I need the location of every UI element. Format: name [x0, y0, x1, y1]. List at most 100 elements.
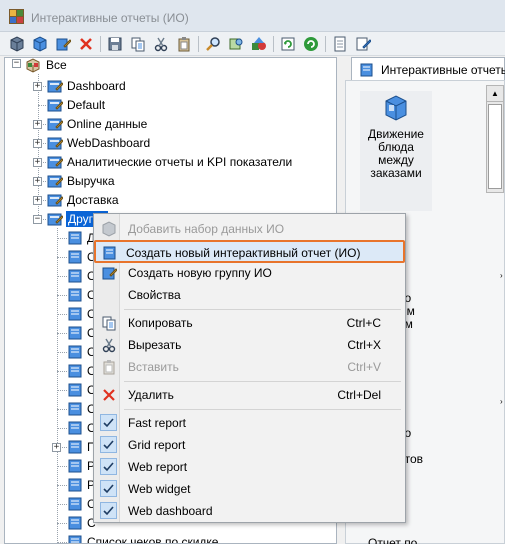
menu-paste[interactable]: Вставить Ctrl+V [96, 356, 403, 377]
tree-item[interactable]: + Выручка [5, 172, 335, 191]
expand-toggle[interactable]: + [33, 139, 42, 148]
toolbar [0, 32, 505, 56]
report-folder-icon [47, 173, 64, 192]
report-new-icon [101, 244, 118, 261]
refresh-icon[interactable] [279, 35, 297, 53]
vertical-scrollbar[interactable]: ▲ [486, 85, 504, 193]
expand-toggle[interactable]: + [33, 82, 42, 91]
report-folder-icon [47, 154, 64, 173]
scroll-up-icon[interactable]: ▲ [487, 86, 503, 102]
menu-item-label: Свойства [128, 288, 181, 302]
collapse-toggle[interactable]: − [33, 215, 42, 224]
menu-add-dataset[interactable]: Добавить набор данных ИО [96, 218, 403, 239]
tree-item[interactable]: + WebDashboard [5, 134, 335, 153]
tree-item-label: Default [67, 98, 106, 112]
expand-toggle[interactable]: + [33, 120, 42, 129]
report-folder-icon [47, 211, 64, 230]
menu-item-label: Вырезать [128, 338, 182, 352]
chevron-right-icon: › [500, 271, 503, 280]
tree-item[interactable]: + Dashboard [5, 77, 335, 96]
copy-icon[interactable] [129, 35, 147, 53]
menu-properties[interactable]: Свойства [96, 284, 403, 305]
delete-icon [100, 386, 117, 403]
box-icon[interactable] [8, 35, 26, 53]
report-icon [67, 401, 83, 420]
tab-label: Интерактивные отчеты [381, 63, 505, 77]
report-icon [67, 249, 83, 268]
report-icon [67, 534, 83, 543]
tree-child-item[interactable]: Список чеков по скидке [5, 533, 335, 543]
report-edit-icon[interactable] [54, 35, 72, 53]
menu-item-label: Создать новый интерактивный отчет (ИО) [126, 246, 361, 260]
menu-web-dashboard[interactable]: Web dashboard [96, 500, 403, 521]
tree-item[interactable]: + Аналитические отчеты и KPI показатели [5, 153, 335, 172]
filter-icon[interactable] [227, 35, 245, 53]
menu-shortcut: Ctrl+V [347, 360, 381, 374]
menu-create-report[interactable]: Создать новый интерактивный отчет (ИО) [94, 240, 405, 263]
menu-copy[interactable]: Копировать Ctrl+C [96, 312, 403, 333]
report-icon [67, 268, 83, 287]
cut-icon [100, 336, 117, 353]
app-grid-icon [9, 9, 24, 24]
box-multicolor-icon [26, 58, 40, 73]
report-icon [67, 420, 83, 439]
window-title: Интерактивные отчеты (ИО) [31, 11, 189, 25]
scroll-thumb[interactable] [488, 104, 502, 189]
tree-item-label: Аналитические отчеты и KPI показатели [67, 155, 293, 169]
tree-root-label[interactable]: Все [46, 58, 67, 72]
title-bar: Интерактивные отчеты (ИО) [0, 0, 505, 32]
report-icon [67, 382, 83, 401]
tree-item[interactable]: + Доставка [5, 191, 335, 210]
menu-cut[interactable]: Вырезать Ctrl+X [96, 334, 403, 355]
report-icon [67, 496, 83, 515]
report-icon [67, 458, 83, 477]
report-folder-icon [47, 135, 64, 154]
report-folder-icon [47, 97, 64, 116]
shapes-icon[interactable] [250, 35, 268, 53]
menu-delete[interactable]: Удалить Ctrl+Del [96, 384, 403, 405]
tree-item[interactable]: Default [5, 96, 335, 115]
tree-item-label: Dashboard [67, 79, 126, 93]
menu-fast-report[interactable]: Fast report [96, 412, 403, 433]
tab-interactive-reports[interactable]: Интерактивные отчеты [351, 57, 505, 80]
paste-icon[interactable] [175, 35, 193, 53]
report-folder-icon [47, 116, 64, 135]
search-icon[interactable] [204, 35, 222, 53]
menu-create-group[interactable]: Создать новую группу ИО [96, 262, 403, 283]
box-blue-icon[interactable] [31, 35, 49, 53]
cut-icon[interactable] [152, 35, 170, 53]
expand-toggle[interactable]: + [33, 158, 42, 167]
menu-grid-report[interactable]: Grid report [96, 434, 403, 455]
report-card-label: Движение блюда между заказами [368, 127, 424, 180]
tree-item[interactable]: + Online данные [5, 115, 335, 134]
menu-item-label: Fast report [128, 416, 187, 430]
report-folder-icon [47, 192, 64, 211]
report-icon [67, 306, 83, 325]
expand-toggle[interactable]: + [33, 196, 42, 205]
root-collapse-toggle[interactable]: − [12, 59, 21, 68]
expand-toggle[interactable]: + [33, 177, 42, 186]
report-card[interactable]: Движение блюда между заказами [360, 91, 432, 211]
menu-shortcut: Ctrl+Del [337, 388, 381, 402]
report-icon [67, 477, 83, 496]
report-icon [67, 363, 83, 382]
report-icon [67, 439, 83, 458]
delete-icon[interactable] [77, 35, 95, 53]
menu-item-label: Web widget [128, 482, 191, 496]
document-icon[interactable] [331, 35, 349, 53]
report-folder-icon [47, 78, 64, 97]
report-icon [67, 515, 83, 534]
menu-shortcut: Ctrl+X [347, 338, 381, 352]
document-edit-icon[interactable] [354, 35, 372, 53]
report-box-icon [385, 95, 407, 121]
expand-toggle[interactable]: + [52, 443, 61, 452]
tree-item-label: Выручка [67, 174, 115, 188]
menu-web-widget[interactable]: Web widget [96, 478, 403, 499]
menu-web-report[interactable]: Web report [96, 456, 403, 477]
chevron-right-icon: › [500, 397, 503, 406]
check-icon [100, 458, 117, 475]
menu-item-label: Grid report [128, 438, 186, 452]
report-card-label: Отчет по [368, 536, 418, 544]
save-icon[interactable] [106, 35, 124, 53]
refresh-green-icon[interactable] [302, 35, 320, 53]
